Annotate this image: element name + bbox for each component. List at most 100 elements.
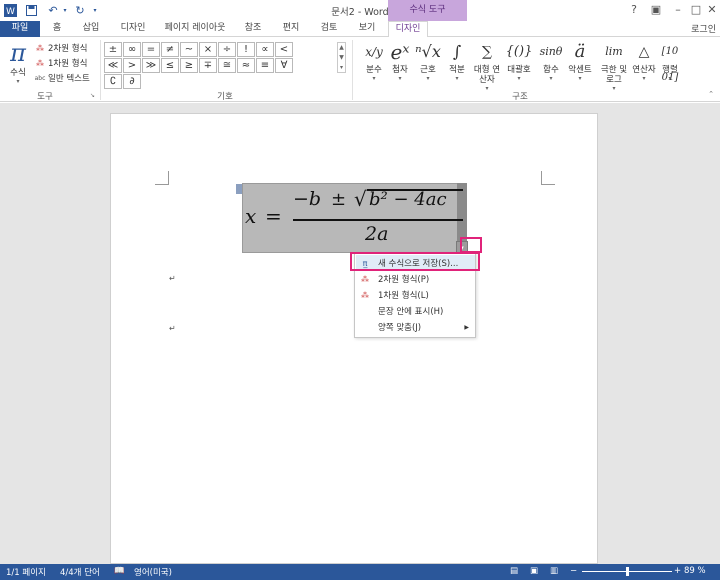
- symbol-button[interactable]: ∞: [123, 42, 141, 57]
- chevron-down-icon: ▾: [485, 85, 489, 92]
- structure-button[interactable]: sinθ 함수 ▾: [537, 39, 565, 83]
- professional-format-icon: ⁂: [361, 274, 369, 284]
- zoom-slider-thumb[interactable]: [626, 567, 629, 576]
- normal-text-button[interactable]: abc 일반 텍스트: [34, 71, 90, 85]
- structure-button[interactable]: {()} 대괄호 ▾: [505, 39, 533, 83]
- symbol-button[interactable]: ÷: [218, 42, 236, 57]
- structure-button[interactable]: △ 연산자 ▾: [630, 39, 658, 83]
- symbol-button[interactable]: =: [142, 42, 160, 57]
- professional-button[interactable]: ⁂ 2차원 형식: [34, 41, 87, 55]
- web-layout-icon[interactable]: ▥: [550, 566, 558, 576]
- equation-button[interactable]: π 수식 ▾: [6, 40, 30, 85]
- symbol-button[interactable]: >: [123, 58, 141, 73]
- window-title: 문서2 - Word: [331, 7, 389, 18]
- menu-item-professional[interactable]: ⁂ 2차원 형식(P): [356, 271, 475, 287]
- tab-review[interactable]: 검토: [314, 21, 344, 37]
- structure-button[interactable]: lim 극한 및 로그 ▾: [596, 39, 632, 93]
- proofing-icon[interactable]: 📖: [114, 566, 125, 576]
- symbol-button[interactable]: ≈: [237, 58, 255, 73]
- highlight-dropdown-box: [460, 237, 482, 253]
- linear-format-icon: ⁂: [36, 58, 44, 68]
- menu-item-change-to-inline[interactable]: 문장 안에 표시(H): [356, 303, 475, 319]
- close-icon[interactable]: ✕: [704, 2, 720, 18]
- symbol-button[interactable]: ≡: [256, 58, 274, 73]
- menu-item-linear[interactable]: ⁂ 1차원 형식(L): [356, 287, 475, 303]
- symbol-button[interactable]: !: [237, 42, 255, 57]
- equation-handle[interactable]: [236, 184, 242, 194]
- chevron-down-icon: ▾: [642, 75, 646, 82]
- structure-label: 근호: [420, 65, 436, 75]
- symbol-button[interactable]: ∁: [104, 74, 122, 89]
- document-page[interactable]: ↵ ↵ ▾ x = −b ± √ b² − 4ac 2a: [110, 113, 598, 564]
- group-divider: [352, 40, 353, 100]
- symbol-button[interactable]: ≥: [180, 58, 198, 73]
- symbol-button[interactable]: ≅: [218, 58, 236, 73]
- collapse-ribbon-icon[interactable]: ⌃: [708, 90, 714, 98]
- gallery-more-icon[interactable]: ▾: [340, 64, 343, 71]
- symbol-button[interactable]: ≪: [104, 58, 122, 73]
- paragraph-mark: ↵: [169, 274, 176, 283]
- structure-button[interactable]: eˣ 첨자 ▾: [386, 39, 414, 83]
- structure-button[interactable]: [10 01] 행렬 ▾: [656, 39, 684, 83]
- symbol-button[interactable]: ≠: [161, 42, 179, 57]
- symbol-button[interactable]: ∂: [123, 74, 141, 89]
- structure-label: 첨자: [392, 65, 408, 75]
- title-bar: W ↶ ▾ ↻ ▾ 문서2 - Word 수식 도구 ? ▣ – □ ✕: [0, 0, 720, 21]
- zoom-level[interactable]: 89 %: [684, 566, 706, 576]
- zoom-out-icon[interactable]: −: [570, 566, 577, 576]
- chevron-down-icon: ▾: [372, 75, 376, 82]
- tab-view[interactable]: 보기: [352, 21, 382, 37]
- symbol-button[interactable]: ≫: [142, 58, 160, 73]
- language[interactable]: 영어(미국): [134, 566, 172, 578]
- equation-neg-b: −b: [293, 188, 322, 210]
- symbol-button[interactable]: <: [275, 42, 293, 57]
- symbol-button[interactable]: ≤: [161, 58, 179, 73]
- scroll-up-icon[interactable]: ▲: [339, 44, 344, 51]
- word-count[interactable]: 4/4개 단어: [60, 566, 100, 578]
- tab-references[interactable]: 참조: [238, 21, 268, 37]
- symbol-button[interactable]: ~: [180, 42, 198, 57]
- zoom-in-icon[interactable]: +: [674, 566, 681, 576]
- symbol-button[interactable]: ∀: [275, 58, 293, 73]
- help-icon[interactable]: ?: [626, 2, 642, 18]
- chevron-down-icon: ▾: [426, 75, 430, 82]
- tab-design[interactable]: 디자인: [114, 21, 152, 37]
- paragraph-mark: ↵: [169, 324, 176, 333]
- tab-equation-design[interactable]: 디자인: [388, 21, 428, 38]
- symbol-button[interactable]: ∝: [256, 42, 274, 57]
- tab-home[interactable]: 홈: [46, 21, 68, 37]
- page-count[interactable]: 1/1 페이지: [6, 566, 46, 578]
- structures-group-label: 구조: [512, 92, 528, 102]
- symbol-button[interactable]: ×: [199, 42, 217, 57]
- symbols-gallery-scroll[interactable]: ▲ ▼ ▾: [337, 42, 346, 73]
- dialog-launcher-icon[interactable]: ↘: [90, 92, 95, 99]
- minimize-icon[interactable]: –: [670, 2, 686, 18]
- symbol-button[interactable]: ±: [104, 42, 122, 57]
- ribbon-display-options-icon[interactable]: ▣: [648, 2, 664, 18]
- tab-page-layout[interactable]: 페이지 레이아웃: [160, 21, 230, 37]
- menu-item-justification[interactable]: 양쪽 맞춤(J) ▶: [356, 319, 475, 335]
- tab-file[interactable]: 파일: [0, 21, 40, 37]
- professional-format-icon: ⁂: [36, 43, 44, 53]
- linear-button[interactable]: ⁂ 1차원 형식: [34, 56, 87, 70]
- scroll-down-icon[interactable]: ▼: [339, 54, 344, 61]
- symbols-group-label: 기호: [217, 92, 233, 102]
- structure-button[interactable]: ⁿ√x 근호 ▾: [414, 39, 442, 83]
- sign-in-link[interactable]: 로그인: [691, 22, 716, 35]
- tools-group-label: 도구: [37, 92, 53, 102]
- structure-button[interactable]: ∑ 대형 연산자 ▾: [473, 39, 501, 93]
- equation-object[interactable]: ▾ x = −b ± √ b² − 4ac 2a: [236, 183, 468, 253]
- structure-button[interactable]: ∫ 적분 ▾: [443, 39, 471, 83]
- read-mode-icon[interactable]: ▤: [510, 566, 518, 576]
- tab-insert[interactable]: 삽입: [76, 21, 106, 37]
- tab-mailings[interactable]: 편지: [276, 21, 306, 37]
- pi-icon: π: [10, 39, 26, 67]
- fraction-bar: [293, 219, 463, 221]
- maximize-icon[interactable]: □: [688, 2, 704, 18]
- print-layout-icon[interactable]: ▣: [530, 566, 538, 576]
- structure-icon: eˣ: [390, 40, 410, 64]
- symbol-button[interactable]: ∓: [199, 58, 217, 73]
- structure-icon: ä: [574, 41, 586, 62]
- structure-button[interactable]: x/y 분수 ▾: [360, 39, 388, 83]
- structure-button[interactable]: ä 악센트 ▾: [566, 39, 594, 83]
